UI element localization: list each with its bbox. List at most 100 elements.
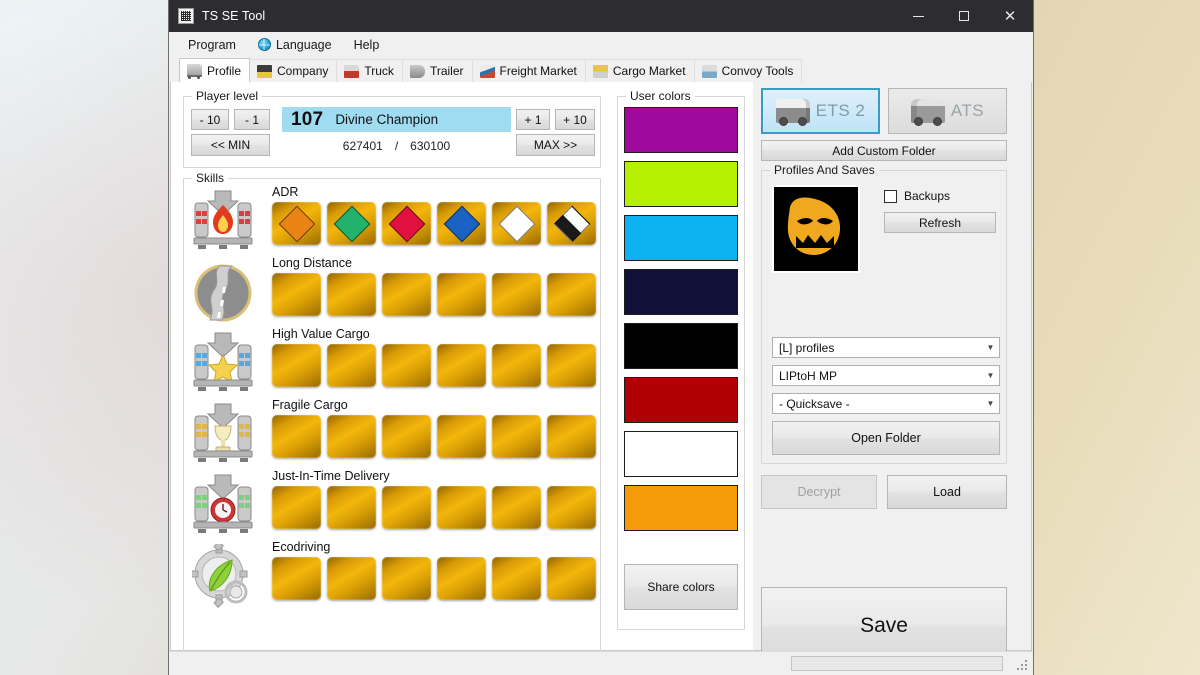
- skill-cell[interactable]: [382, 557, 431, 600]
- load-button[interactable]: Load: [887, 475, 1007, 509]
- skill-cell-adr-wet[interactable]: [437, 202, 486, 245]
- skill-cell[interactable]: [272, 486, 321, 529]
- skill-cell[interactable]: [492, 557, 541, 600]
- menu-item-language[interactable]: Language: [248, 35, 342, 55]
- chevron-down-icon: ▼: [986, 371, 995, 380]
- menu-item-program[interactable]: Program: [178, 35, 246, 55]
- game-button-label: ETS 2: [815, 101, 866, 120]
- share-colors-button[interactable]: Share colors: [624, 564, 738, 610]
- skill-cell[interactable]: [547, 557, 596, 600]
- menu-item-help[interactable]: Help: [344, 35, 390, 55]
- refresh-button[interactable]: Refresh: [884, 212, 996, 233]
- user-colors-group-title: User colors: [626, 89, 695, 103]
- level-min-button[interactable]: << MIN: [191, 134, 270, 156]
- skill-cell-adr-gas[interactable]: [327, 202, 376, 245]
- skill-cell[interactable]: [327, 273, 376, 316]
- color-swatch-6[interactable]: [624, 377, 738, 423]
- tab-convoy-tools[interactable]: Convoy Tools: [693, 59, 803, 82]
- game-button-ets2[interactable]: ETS 2: [761, 88, 880, 134]
- app-icon: [178, 8, 194, 24]
- chevron-down-icon: ▼: [986, 343, 995, 352]
- skill-cell[interactable]: [547, 415, 596, 458]
- skill-cell[interactable]: [382, 273, 431, 316]
- skill-cell[interactable]: [382, 415, 431, 458]
- dropdown-value: - Quicksave -: [779, 396, 850, 411]
- skill-cell[interactable]: [437, 486, 486, 529]
- skill-cell[interactable]: [382, 344, 431, 387]
- open-folder-button[interactable]: Open Folder: [772, 421, 1000, 455]
- user-colors-column: User colors Share colors: [613, 82, 753, 650]
- skill-cell-adr-corrosive[interactable]: [547, 202, 596, 245]
- tab-company[interactable]: Company: [249, 59, 338, 82]
- skill-cell[interactable]: [327, 344, 376, 387]
- skill-cell[interactable]: [327, 415, 376, 458]
- backups-label: Backups: [904, 189, 951, 203]
- skill-row-high-value-cargo: High Value Cargo: [190, 327, 596, 400]
- skill-cell[interactable]: [272, 273, 321, 316]
- close-button[interactable]: ✕: [987, 0, 1033, 32]
- level-max-button[interactable]: MAX >>: [516, 134, 595, 156]
- skill-cell[interactable]: [272, 344, 321, 387]
- game-selector: ETS 2 ATS: [761, 88, 1007, 134]
- skill-cell[interactable]: [382, 486, 431, 529]
- skill-label: Ecodriving: [272, 540, 331, 554]
- skill-cell[interactable]: [437, 557, 486, 600]
- skill-cell[interactable]: [492, 415, 541, 458]
- maximize-button[interactable]: [941, 0, 987, 32]
- backups-checkbox[interactable]: [884, 189, 897, 203]
- skill-cell[interactable]: [437, 273, 486, 316]
- tab-label: Freight Market: [499, 64, 577, 78]
- save-slot-dropdown[interactable]: - Quicksave - ▼: [772, 393, 1000, 414]
- skill-cell-group: [272, 415, 596, 458]
- skill-cell[interactable]: [437, 344, 486, 387]
- color-swatch-8[interactable]: [624, 485, 738, 531]
- skill-cell-adr-toxic[interactable]: [492, 202, 541, 245]
- level-minus-1-button[interactable]: - 1: [234, 109, 270, 130]
- backups-checkbox-row[interactable]: Backups: [884, 189, 950, 203]
- skill-cell[interactable]: [327, 557, 376, 600]
- level-plus-1-button[interactable]: + 1: [516, 109, 550, 130]
- tab-label: Company: [277, 64, 329, 78]
- skill-cell[interactable]: [327, 486, 376, 529]
- tab-label: Convoy Tools: [721, 64, 794, 78]
- dangerous-when-wet-hazard-icon: [443, 205, 480, 242]
- skill-cell-adr-flammable[interactable]: [382, 202, 431, 245]
- color-swatch-7[interactable]: [624, 431, 738, 477]
- color-swatch-4[interactable]: [624, 269, 738, 315]
- skill-cell-adr-explosives[interactable]: [272, 202, 321, 245]
- tab-truck[interactable]: Truck: [336, 59, 403, 82]
- level-minus-10-button[interactable]: - 10: [191, 109, 229, 130]
- tab-label: Trailer: [429, 64, 464, 78]
- skill-cell[interactable]: [547, 344, 596, 387]
- tab-trailer[interactable]: Trailer: [401, 59, 473, 82]
- tab-cargo-market[interactable]: Cargo Market: [584, 59, 695, 82]
- skill-cell[interactable]: [492, 273, 541, 316]
- skill-cell[interactable]: [547, 273, 596, 316]
- profiles-folder-dropdown[interactable]: [L] profiles ▼: [772, 337, 1000, 358]
- status-bar: [169, 651, 1033, 675]
- skill-cell[interactable]: [437, 415, 486, 458]
- resize-grip[interactable]: [1017, 660, 1029, 672]
- tab-freight-market[interactable]: Freight Market: [471, 59, 586, 82]
- decrypt-button[interactable]: Decrypt: [761, 475, 877, 509]
- skill-cell[interactable]: [272, 415, 321, 458]
- level-plus-10-button[interactable]: + 10: [555, 109, 595, 130]
- color-swatch-1[interactable]: [624, 107, 738, 153]
- skill-cell-group: [272, 486, 596, 529]
- tab-profile[interactable]: Profile: [179, 58, 251, 82]
- skill-cell[interactable]: [492, 344, 541, 387]
- ecodriving-icon: [192, 544, 248, 608]
- game-button-ats[interactable]: ATS: [888, 88, 1007, 134]
- skill-cell[interactable]: [272, 557, 321, 600]
- chevron-down-icon: ▼: [986, 399, 995, 408]
- color-swatch-5[interactable]: [624, 323, 738, 369]
- skill-cell[interactable]: [547, 486, 596, 529]
- color-swatch-3[interactable]: [624, 215, 738, 261]
- skill-label: Just-In-Time Delivery: [272, 469, 390, 483]
- profile-name-dropdown[interactable]: LIPtoH MP ▼: [772, 365, 1000, 386]
- skill-cell[interactable]: [492, 486, 541, 529]
- profile-icon: [187, 64, 202, 79]
- color-swatch-2[interactable]: [624, 161, 738, 207]
- add-custom-folder-button[interactable]: Add Custom Folder: [761, 140, 1007, 161]
- minimize-button[interactable]: [895, 0, 941, 32]
